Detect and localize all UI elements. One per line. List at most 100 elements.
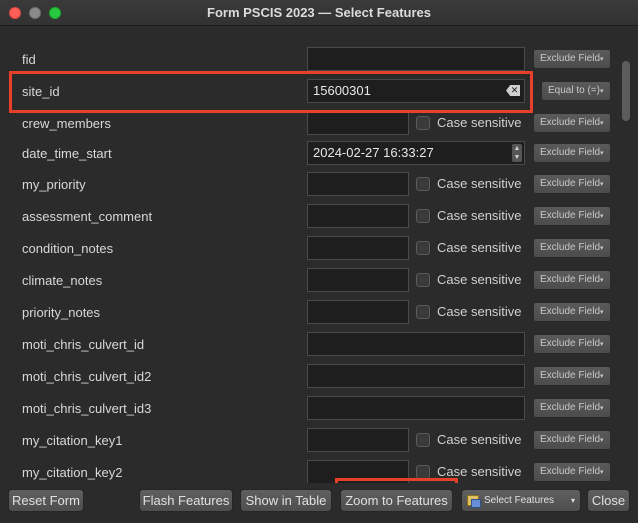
filter-operator-label: Exclude Field — [540, 117, 601, 128]
form-fields: fid Exclude Field▾ site_id 15600301 ✕ Equal t… — [0, 27, 638, 483]
chevron-down-icon: ▾ — [599, 88, 604, 95]
field-input[interactable] — [307, 396, 525, 420]
filter-operator-dropdown[interactable]: Exclude Field▾ — [533, 334, 611, 354]
datetime-input[interactable]: 2024-02-27 16:33:27 ▲ ▼ — [307, 141, 525, 165]
select-features-icon — [467, 495, 481, 508]
filter-operator-dropdown[interactable]: Exclude Field▾ — [533, 302, 611, 322]
field-value: 2024-02-27 16:33:27 — [313, 145, 434, 160]
checkbox-box[interactable] — [416, 433, 430, 447]
filter-operator-dropdown[interactable]: Exclude Field▾ — [533, 270, 611, 290]
checkbox-box[interactable] — [416, 241, 430, 255]
chevron-down-icon: ▾ — [600, 120, 604, 127]
filter-operator-dropdown[interactable]: Equal to (=)▾ — [541, 81, 611, 101]
chevron-down-icon: ▾ — [600, 469, 604, 476]
filter-operator-dropdown[interactable]: Exclude Field▾ — [533, 430, 611, 450]
vertical-scrollbar[interactable] — [622, 61, 630, 121]
stepper-icon[interactable]: ▲ ▼ — [512, 144, 522, 162]
filter-operator-dropdown[interactable]: Exclude Field▾ — [533, 113, 611, 133]
field-label: crew_members — [22, 116, 111, 131]
filter-operator-dropdown[interactable]: Exclude Field▾ — [533, 366, 611, 386]
maximize-window-button[interactable] — [49, 7, 61, 19]
field-input[interactable] — [307, 332, 525, 356]
chevron-down-icon: ▾ — [600, 213, 604, 220]
field-label: date_time_start — [22, 146, 112, 161]
filter-operator-label: Exclude Field — [540, 402, 601, 413]
field-label: assessment_comment — [22, 209, 153, 224]
field-label: priority_notes — [22, 305, 101, 320]
field-label: moti_chris_culvert_id3 — [22, 401, 152, 416]
filter-operator-dropdown[interactable]: Exclude Field▾ — [533, 238, 611, 258]
filter-operator-dropdown[interactable]: Exclude Field▾ — [533, 398, 611, 418]
filter-operator-dropdown[interactable]: Exclude Field▾ — [533, 462, 611, 482]
flash-features-button[interactable]: Flash Features — [139, 489, 233, 512]
select-features-button[interactable]: Select Features ▾ — [461, 489, 581, 512]
show-in-table-button[interactable]: Show in Table — [240, 489, 332, 512]
field-row: condition_notes Case sensitive Exclude Fie… — [0, 233, 622, 265]
chevron-down-icon: ▾ — [600, 277, 604, 284]
filter-operator-label: Exclude Field — [540, 370, 601, 381]
field-input[interactable] — [307, 428, 409, 452]
checkbox-box[interactable] — [416, 465, 430, 479]
field-row: fid Exclude Field▾ — [0, 44, 622, 76]
filter-operator-label: Exclude Field — [540, 434, 601, 445]
zoom-to-features-button[interactable]: Zoom to Features — [340, 489, 453, 512]
button-bar: Reset Form Flash Features Show in Table … — [0, 483, 638, 523]
minimize-window-button[interactable] — [29, 7, 41, 19]
field-row: moti_chris_culvert_id2 Exclude Field▾ — [0, 361, 622, 393]
field-row: priority_notes Case sensitive Exclude Fiel… — [0, 297, 622, 329]
case-sensitive-label: Case sensitive — [437, 304, 522, 319]
chevron-down-icon: ▾ — [570, 496, 575, 505]
checkbox-box[interactable] — [416, 116, 430, 130]
filter-operator-dropdown[interactable]: Exclude Field▾ — [533, 174, 611, 194]
field-row: assessment_comment Case sensitive Exclude … — [0, 201, 622, 233]
field-label: my_citation_key1 — [22, 433, 123, 448]
field-row: my_priority Case sensitive Exclude Field▾ — [0, 169, 622, 201]
case-sensitive-label: Case sensitive — [437, 240, 522, 255]
clear-icon[interactable]: ✕ — [506, 85, 520, 96]
filter-operator-dropdown[interactable]: Exclude Field▾ — [533, 49, 611, 69]
field-input[interactable]: 15600301 ✕ — [307, 79, 525, 103]
close-button[interactable]: Close — [587, 489, 630, 512]
chevron-down-icon: ▾ — [600, 245, 604, 252]
checkbox-box[interactable] — [416, 305, 430, 319]
filter-operator-dropdown[interactable]: Exclude Field▾ — [533, 206, 611, 226]
field-label: condition_notes — [22, 241, 114, 256]
chevron-down-icon: ▾ — [600, 373, 604, 380]
field-input[interactable] — [307, 204, 409, 228]
field-input[interactable] — [307, 47, 525, 71]
field-label: fid — [22, 52, 36, 67]
filter-operator-label: Exclude Field — [540, 53, 601, 64]
field-input[interactable] — [307, 111, 409, 135]
filter-operator-label: Exclude Field — [540, 274, 601, 285]
field-row: site_id 15600301 ✕ Equal to (=)▾ — [0, 76, 622, 108]
field-input[interactable] — [307, 268, 409, 292]
case-sensitive-label: Case sensitive — [437, 115, 522, 130]
close-window-button[interactable] — [9, 7, 21, 19]
field-row: moti_chris_culvert_id Exclude Field▾ — [0, 329, 622, 361]
field-row: date_time_start 2024-02-27 16:33:27 ▲ ▼ Excl… — [0, 138, 622, 170]
field-row: my_citation_key1 Case sensitive Exclude Fi… — [0, 425, 622, 457]
reset-form-button[interactable]: Reset Form — [8, 489, 84, 512]
checkbox-box[interactable] — [416, 177, 430, 191]
checkbox-box[interactable] — [416, 273, 430, 287]
filter-operator-label: Exclude Field — [540, 147, 601, 158]
checkbox-box[interactable] — [416, 209, 430, 223]
field-input[interactable] — [307, 300, 409, 324]
filter-operator-label: Exclude Field — [540, 178, 601, 189]
field-label: site_id — [22, 84, 60, 99]
field-row: moti_chris_culvert_id3 Exclude Field▾ — [0, 393, 622, 425]
chevron-down-icon: ▾ — [600, 150, 604, 157]
case-sensitive-label: Case sensitive — [437, 432, 522, 447]
filter-operator-dropdown[interactable]: Exclude Field▾ — [533, 143, 611, 163]
field-input[interactable] — [307, 236, 409, 260]
field-label: climate_notes — [22, 273, 103, 288]
chevron-down-icon: ▾ — [600, 341, 604, 348]
title-bar: Form PSCIS 2023 — Select Features — [0, 0, 638, 26]
field-input[interactable] — [307, 460, 409, 483]
filter-operator-label: Exclude Field — [540, 242, 601, 253]
field-row: crew_members Case sensitive Exclude Field▾ — [0, 108, 622, 140]
field-input[interactable] — [307, 172, 409, 196]
filter-operator-label: Equal to (=) — [548, 85, 600, 96]
field-input[interactable] — [307, 364, 525, 388]
field-value: 15600301 — [313, 83, 371, 98]
